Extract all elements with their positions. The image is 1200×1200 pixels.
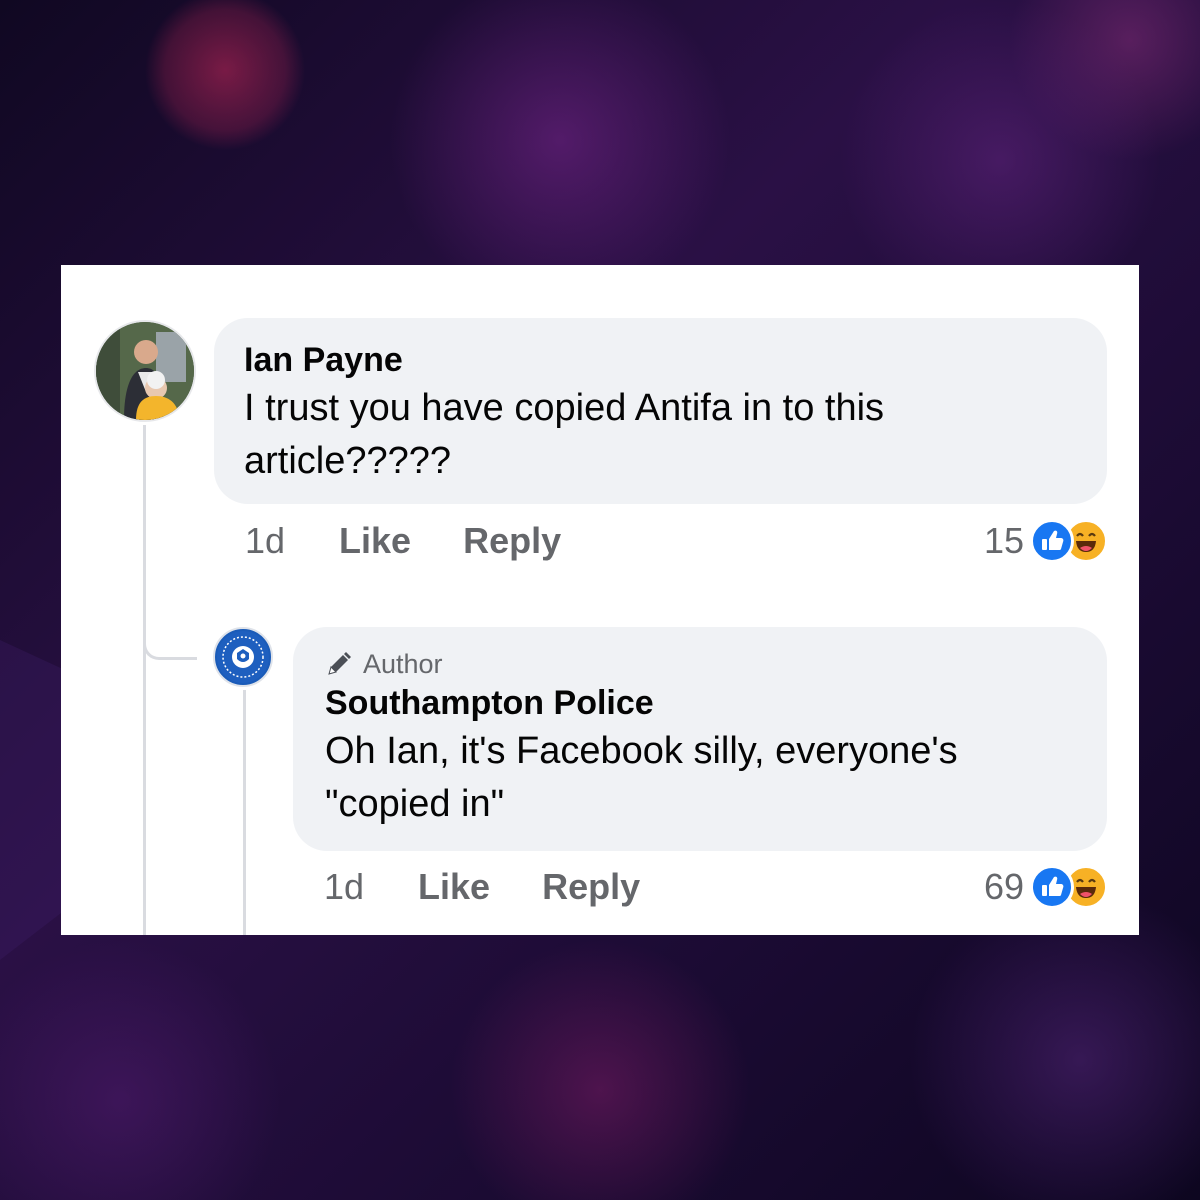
avatar[interactable] bbox=[94, 320, 196, 422]
thread-connector bbox=[143, 610, 197, 660]
comment-timestamp[interactable]: 1d bbox=[245, 520, 285, 562]
reaction-summary[interactable]: 69 bbox=[984, 865, 1108, 909]
reaction-summary[interactable]: 15 bbox=[984, 519, 1108, 563]
comment-actions: 1d Like Reply bbox=[245, 519, 561, 563]
like-button[interactable]: Like bbox=[418, 866, 490, 908]
author-badge-label: Author bbox=[363, 648, 443, 679]
reaction-count: 15 bbox=[983, 520, 1024, 561]
reply-button[interactable]: Reply bbox=[463, 520, 561, 562]
reply-author-name[interactable]: Southampton Police bbox=[325, 681, 1075, 725]
comment-author-name[interactable]: Ian Payne bbox=[244, 338, 1077, 382]
police-crest-icon bbox=[217, 631, 269, 683]
like-button[interactable]: Like bbox=[339, 520, 411, 562]
pencil-icon bbox=[328, 652, 351, 675]
comment-bubble: Ian Payne I trust you have copied Antifa… bbox=[214, 318, 1107, 504]
like-icon bbox=[1030, 865, 1074, 909]
like-icon bbox=[1030, 519, 1074, 563]
comment-card: Ian Payne I trust you have copied Antifa… bbox=[61, 265, 1139, 935]
profile-photo bbox=[96, 322, 194, 420]
author-badge: Author bbox=[325, 647, 1075, 681]
reply-button[interactable]: Reply bbox=[542, 866, 640, 908]
reply-actions: 1d Like Reply bbox=[324, 865, 640, 909]
thread-line bbox=[143, 425, 146, 935]
reply-timestamp[interactable]: 1d bbox=[324, 866, 364, 908]
reaction-count: 69 bbox=[983, 866, 1024, 907]
reply-bubble: Author Southampton Police Oh Ian, it's F… bbox=[293, 627, 1107, 851]
avatar[interactable] bbox=[213, 627, 273, 687]
reply-text: Oh Ian, it's Facebook silly, everyone's … bbox=[325, 730, 958, 825]
reply-thread-line bbox=[243, 690, 246, 935]
comment-text: I trust you have copied Antifa in to thi… bbox=[244, 387, 885, 482]
